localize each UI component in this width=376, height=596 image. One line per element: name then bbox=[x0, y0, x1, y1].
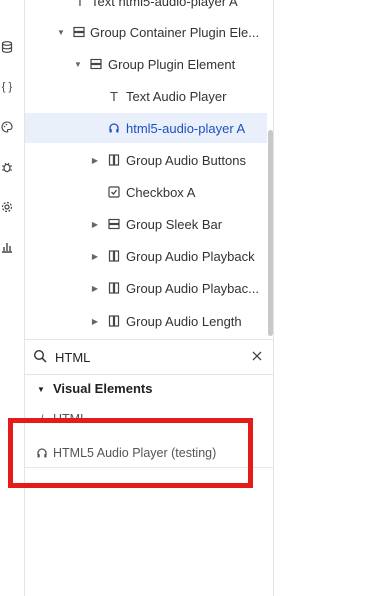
tree-item[interactable]: ▶ Group Audio Buttons bbox=[25, 145, 267, 175]
clear-search-icon[interactable] bbox=[250, 349, 264, 363]
left-rail: { } bbox=[0, 0, 25, 596]
tree-item-label: Group Audio Buttons bbox=[126, 152, 246, 168]
group-rows-icon bbox=[72, 25, 86, 39]
caret-down-icon[interactable]: ▼ bbox=[36, 384, 46, 394]
result-item[interactable]: HTML5 Audio Player (testing) bbox=[25, 439, 273, 468]
headphones-icon bbox=[107, 121, 121, 135]
group-rows-icon bbox=[89, 57, 103, 71]
tree-item-label: html5-audio-player A bbox=[126, 120, 246, 136]
caret-down-icon[interactable]: ▼ bbox=[73, 59, 83, 69]
tree-item-selected[interactable]: html5-audio-player A bbox=[25, 113, 267, 143]
tree-item-label: Group Audio Playbac... bbox=[126, 280, 259, 296]
result-item-label: HTML bbox=[53, 412, 88, 426]
caret-right-icon[interactable]: ▶ bbox=[90, 219, 100, 229]
caret-right-icon[interactable]: ▶ bbox=[90, 283, 100, 293]
section-title: Visual Elements bbox=[53, 381, 153, 396]
element-tree: T Text html5-audio-player A ▼ Group Cont… bbox=[25, 0, 273, 337]
group-columns-icon bbox=[107, 153, 121, 167]
result-item-label: HTML5 Audio Player (testing) bbox=[53, 446, 217, 460]
tree-item-label: Checkbox A bbox=[126, 184, 196, 200]
text-icon: T bbox=[110, 88, 118, 104]
search-icon bbox=[33, 349, 47, 363]
group-rows-icon bbox=[107, 217, 121, 231]
tree-item[interactable]: ▶ Group Sleek Bar bbox=[25, 209, 267, 239]
settings-gear-icon[interactable] bbox=[0, 200, 14, 214]
tree-item-label: Group Sleek Bar bbox=[126, 216, 223, 232]
bug-icon[interactable] bbox=[0, 160, 14, 174]
database-icon[interactable] bbox=[0, 40, 14, 54]
tree-item-label: Group Audio Playback bbox=[126, 248, 255, 264]
tree-scrollbar[interactable] bbox=[268, 130, 273, 336]
tree-item[interactable]: ▶ Group Audio Playback bbox=[25, 241, 267, 271]
palette-icon[interactable] bbox=[0, 120, 14, 134]
html-icon: / bbox=[40, 413, 44, 425]
tree-item[interactable]: ▼ Group Container Plugin Ele... bbox=[25, 17, 267, 47]
tree-item-label: Text Audio Player bbox=[126, 88, 227, 104]
group-columns-icon bbox=[107, 281, 121, 295]
braces-icon[interactable]: { } bbox=[0, 80, 14, 94]
tree-item-label: Group Audio Length bbox=[126, 313, 242, 329]
element-search bbox=[25, 339, 273, 375]
tree-item-label: Group Container Plugin Ele... bbox=[90, 24, 260, 40]
tree-item[interactable]: ▶ Group Audio Length bbox=[25, 306, 267, 336]
tree-item[interactable]: ▼ Group Plugin Element bbox=[25, 49, 267, 79]
group-columns-icon bbox=[107, 249, 121, 263]
tree-item[interactable]: ▶ Group Audio Playbac... bbox=[25, 273, 267, 303]
checkbox-icon bbox=[107, 185, 121, 199]
text-icon: T bbox=[76, 0, 84, 9]
tree-item[interactable]: T Text html5-audio-player A bbox=[25, 0, 267, 16]
result-item[interactable]: / HTML bbox=[25, 410, 273, 428]
group-columns-icon bbox=[107, 314, 121, 328]
bar-chart-icon[interactable] bbox=[0, 240, 14, 254]
caret-right-icon[interactable]: ▶ bbox=[90, 251, 100, 261]
tree-item[interactable]: T Text Audio Player bbox=[25, 81, 267, 111]
tree-item-label: Text html5-audio-player A bbox=[91, 0, 238, 9]
elements-panel: T Text html5-audio-player A ▼ Group Cont… bbox=[25, 0, 274, 596]
tree-item[interactable]: Checkbox A bbox=[25, 177, 267, 207]
search-input[interactable] bbox=[53, 346, 237, 368]
visual-elements-section-header[interactable]: ▼ Visual Elements bbox=[25, 376, 273, 402]
caret-right-icon[interactable]: ▶ bbox=[90, 316, 100, 326]
caret-right-icon[interactable]: ▶ bbox=[90, 155, 100, 165]
caret-down-icon[interactable]: ▼ bbox=[56, 27, 66, 37]
headphones-icon bbox=[35, 446, 49, 460]
tree-item-label: Group Plugin Element bbox=[108, 56, 236, 72]
